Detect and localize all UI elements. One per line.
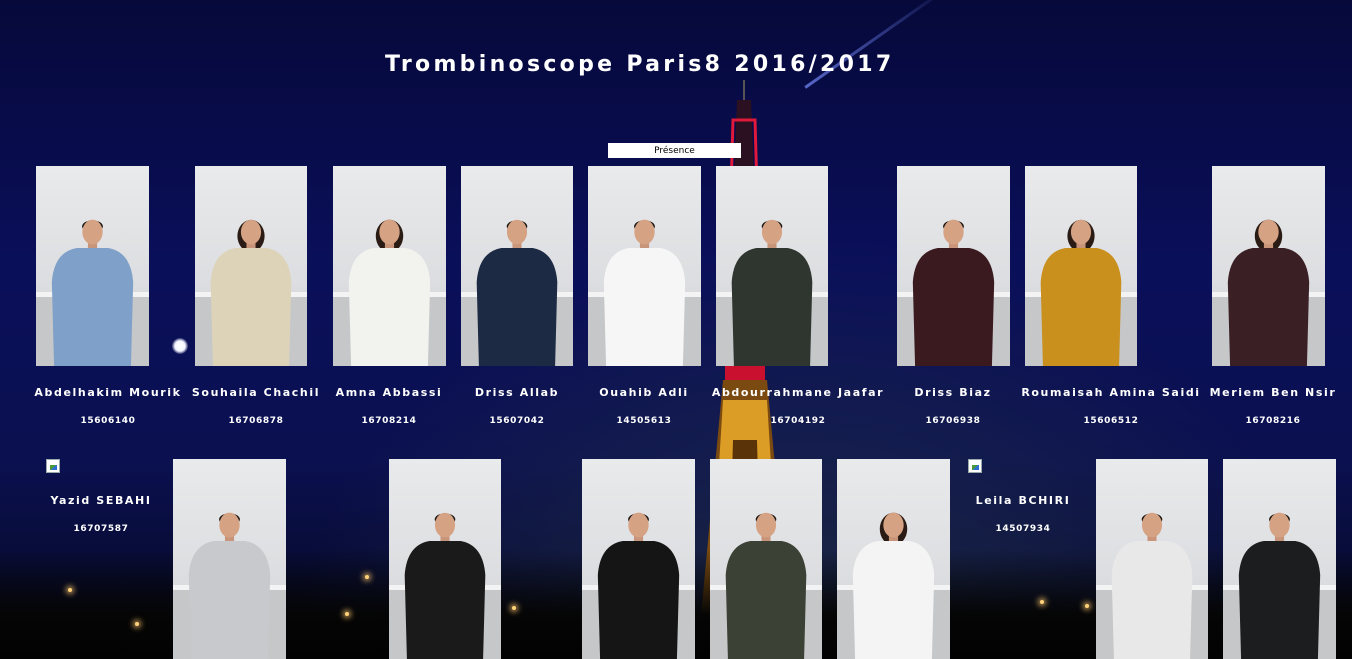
page-title: Trombinoscope Paris8 2016/2017 <box>385 52 895 77</box>
student-id: 16707587 <box>73 524 129 534</box>
student-name: Abdourrahmane Jaafar <box>711 386 885 399</box>
student-id: 16708216 <box>1245 416 1301 426</box>
student-id: 14505613 <box>616 416 672 426</box>
student-photo <box>710 459 822 659</box>
student-name: Amna Abbassi <box>335 386 443 399</box>
student-photo <box>1212 166 1325 366</box>
student-photo <box>389 459 501 659</box>
student-photo <box>1223 459 1336 659</box>
student-id: 15606512 <box>1083 416 1139 426</box>
student-name: Driss Biaz <box>914 386 992 399</box>
student-id: 16708214 <box>361 416 417 426</box>
student-photo <box>716 166 828 366</box>
student-photo <box>837 459 950 659</box>
student-photo <box>461 166 573 366</box>
student-id: 14507934 <box>995 524 1051 534</box>
student-photo <box>36 166 149 366</box>
student-id: 15607042 <box>489 416 545 426</box>
student-photo <box>588 166 701 366</box>
broken-image-icon <box>968 459 982 473</box>
student-name: Ouahib Adli <box>599 386 689 399</box>
presence-button[interactable]: Présence <box>608 143 741 158</box>
student-photo <box>333 166 446 366</box>
student-name: Yazid SEBAHI <box>50 494 152 507</box>
student-id: 16706938 <box>925 416 981 426</box>
student-photo <box>582 459 695 659</box>
student-name: Abdelhakim Mourik <box>34 386 182 399</box>
student-id: 16704192 <box>770 416 826 426</box>
student-name: Souhaila Chachil <box>191 386 321 399</box>
student-name: Leila BCHIRI <box>975 494 1071 507</box>
student-photo <box>1096 459 1208 659</box>
broken-image-icon <box>46 459 60 473</box>
student-photo <box>897 166 1010 366</box>
moon <box>172 338 188 354</box>
student-id: 15606140 <box>80 416 136 426</box>
student-name: Meriem Ben Nsir <box>1209 386 1337 399</box>
student-name: Roumaisah Amina Saidi <box>1021 386 1201 399</box>
student-id: 16706878 <box>228 416 284 426</box>
student-name: Driss Allab <box>474 386 560 399</box>
student-photo <box>173 459 286 659</box>
student-photo <box>1025 166 1137 366</box>
student-photo <box>195 166 307 366</box>
